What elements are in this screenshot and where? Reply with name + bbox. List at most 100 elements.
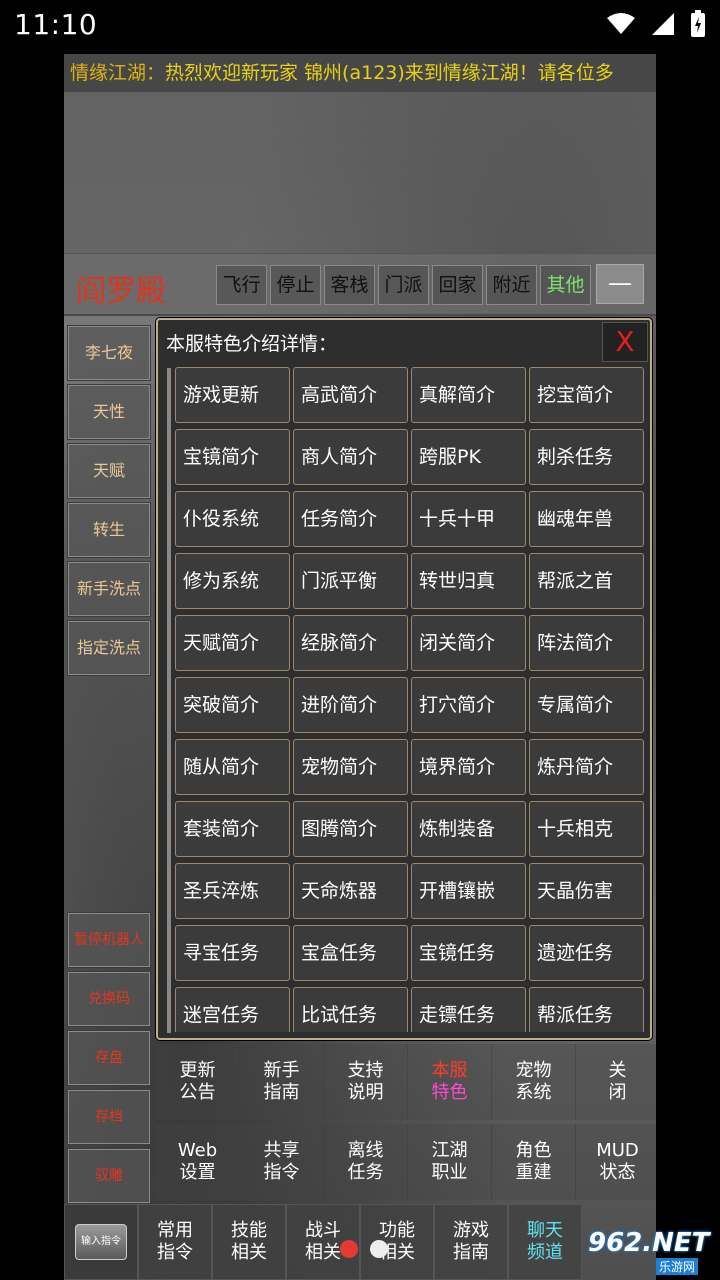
update-notice-button[interactable]: 更新 公告 xyxy=(156,1044,240,1120)
feature-item[interactable]: 十兵相克 xyxy=(529,801,644,857)
sect-button[interactable]: 门派 xyxy=(378,265,429,305)
label-line: 频道 xyxy=(527,1242,563,1263)
feature-item[interactable]: 宠物简介 xyxy=(293,739,408,795)
feature-item[interactable]: 走镖任务 xyxy=(411,987,526,1032)
feature-item[interactable]: 进阶简介 xyxy=(293,677,408,733)
mud-status-button[interactable]: MUD 状态 xyxy=(576,1124,656,1200)
label-line: 特色 xyxy=(431,1082,468,1103)
feature-item[interactable]: 帮派任务 xyxy=(529,987,644,1032)
newbie-guide-button[interactable]: 新手 指南 xyxy=(240,1044,324,1120)
feature-item[interactable]: 炼制装备 xyxy=(411,801,526,857)
inn-button[interactable]: 客栈 xyxy=(324,265,375,305)
side-button-pause-bot[interactable]: 暂停机器人 xyxy=(67,912,151,968)
label-line: 离线 xyxy=(347,1140,384,1161)
feature-item[interactable]: 经脉简介 xyxy=(293,615,408,671)
side-button-newbie-reset[interactable]: 新手洗点 xyxy=(67,561,151,617)
feature-item[interactable]: 开槽镶嵌 xyxy=(411,863,526,919)
screen: 11:10 情缘江湖：热烈欢迎新玩家 锦州(a123)来到情缘江湖！请各位多 阎… xyxy=(0,0,720,1280)
side-button-rebirth[interactable]: 转生 xyxy=(67,502,151,558)
game-guide-button[interactable]: 游戏 指南 xyxy=(434,1204,508,1280)
label-line: 功能 xyxy=(379,1220,415,1241)
common-commands-button[interactable]: 常用 指令 xyxy=(138,1204,212,1280)
feature-item[interactable]: 真解简介 xyxy=(411,367,526,423)
feature-item[interactable]: 打穴简介 xyxy=(411,677,526,733)
feature-item[interactable]: 宝镜任务 xyxy=(411,925,526,981)
nearby-button[interactable]: 附近 xyxy=(486,265,537,305)
side-button-redeem-code[interactable]: 兑换码 xyxy=(67,971,151,1027)
web-settings-button[interactable]: Web 设置 xyxy=(156,1124,240,1200)
label-line: 设置 xyxy=(179,1162,216,1183)
feature-item[interactable]: 宝盒任务 xyxy=(293,925,408,981)
feature-item[interactable]: 商人简介 xyxy=(293,429,408,485)
feature-item[interactable]: 高武简介 xyxy=(293,367,408,423)
side-button-targeted-reset[interactable]: 指定洗点 xyxy=(67,620,151,676)
server-features-button[interactable]: 本服 特色 xyxy=(408,1044,492,1120)
feature-item[interactable]: 突破简介 xyxy=(175,677,290,733)
label-line: 指南 xyxy=(453,1242,489,1263)
floating-ball-icon[interactable] xyxy=(370,1240,388,1258)
feature-item[interactable]: 比试任务 xyxy=(293,987,408,1032)
feature-item[interactable]: 遗迹任务 xyxy=(529,925,644,981)
feature-item[interactable]: 跨服PK xyxy=(411,429,526,485)
other-button[interactable]: 其他 xyxy=(540,265,591,305)
watermark-sub: 乐游网 xyxy=(656,1258,699,1275)
feature-item[interactable]: 修为系统 xyxy=(175,553,290,609)
dialog-close-button[interactable]: X xyxy=(602,322,648,362)
stop-button[interactable]: 停止 xyxy=(270,265,321,305)
feature-item[interactable]: 幽魂年兽 xyxy=(529,491,644,547)
skills-button[interactable]: 技能 相关 xyxy=(212,1204,286,1280)
side-button-eagle[interactable]: 驭雕 xyxy=(67,1148,151,1204)
offline-tasks-button-label: 离线 任务 xyxy=(348,1140,384,1184)
feature-item[interactable]: 阵法简介 xyxy=(529,615,644,671)
feature-item[interactable]: 天赋简介 xyxy=(175,615,290,671)
side-button-save[interactable]: 存盘 xyxy=(67,1030,151,1086)
side-button-character[interactable]: 李七夜 xyxy=(67,325,151,381)
feature-item[interactable]: 迷宫任务 xyxy=(175,987,290,1032)
feature-item[interactable]: 炼丹简介 xyxy=(529,739,644,795)
feature-item[interactable]: 圣兵淬炼 xyxy=(175,863,290,919)
feature-item[interactable]: 境界简介 xyxy=(411,739,526,795)
dialog-scrollbar[interactable] xyxy=(167,368,171,1033)
broadcast-ticker: 情缘江湖：热烈欢迎新玩家 锦州(a123)来到情缘江湖！请各位多 xyxy=(64,54,656,92)
jianghu-class-button[interactable]: 江湖 职业 xyxy=(408,1124,492,1200)
label-line: 共享 xyxy=(263,1140,300,1161)
label-line: 相关 xyxy=(305,1242,341,1263)
feature-item[interactable]: 套装简介 xyxy=(175,801,290,857)
feature-item[interactable]: 刺杀任务 xyxy=(529,429,644,485)
feature-item[interactable]: 随从简介 xyxy=(175,739,290,795)
feature-item[interactable]: 寻宝任务 xyxy=(175,925,290,981)
minimize-button[interactable]: — xyxy=(596,264,644,304)
feature-item[interactable]: 门派平衡 xyxy=(293,553,408,609)
shared-commands-button[interactable]: 共享 指令 xyxy=(240,1124,324,1200)
message-area[interactable] xyxy=(64,92,656,254)
feature-item[interactable]: 图腾简介 xyxy=(293,801,408,857)
home-button[interactable]: 回家 xyxy=(432,265,483,305)
feature-item[interactable]: 帮派之首 xyxy=(529,553,644,609)
feature-item[interactable]: 天晶伤害 xyxy=(529,863,644,919)
feature-item[interactable]: 专属简介 xyxy=(529,677,644,733)
feature-item[interactable]: 游戏更新 xyxy=(175,367,290,423)
fly-button[interactable]: 飞行 xyxy=(216,265,267,305)
feature-item[interactable]: 仆役系统 xyxy=(175,491,290,547)
feature-item[interactable]: 任务简介 xyxy=(293,491,408,547)
feature-item[interactable]: 转世归真 xyxy=(411,553,526,609)
character-rebuild-button[interactable]: 角色 重建 xyxy=(492,1124,576,1200)
chat-channel-button[interactable]: 聊天 频道 xyxy=(508,1204,582,1280)
functions-button[interactable]: 功能 相关 xyxy=(360,1204,434,1280)
side-button-nature[interactable]: 天性 xyxy=(67,384,151,440)
pet-system-button[interactable]: 宠物 系统 xyxy=(492,1044,576,1120)
close-menu-button[interactable]: 关闭 xyxy=(576,1044,656,1120)
command-input-button[interactable]: 输入指令 xyxy=(64,1204,138,1280)
feature-item[interactable]: 挖宝简介 xyxy=(529,367,644,423)
feature-item[interactable]: 天命炼器 xyxy=(293,863,408,919)
game-view: 情缘江湖：热烈欢迎新玩家 锦州(a123)来到情缘江湖！请各位多 阎罗殿 飞行 … xyxy=(64,54,656,1280)
side-button-archive[interactable]: 存档 xyxy=(67,1089,151,1145)
feature-item[interactable]: 闭关简介 xyxy=(411,615,526,671)
site-watermark: 962.NET 乐游网 xyxy=(580,1228,720,1280)
offline-tasks-button[interactable]: 离线 任务 xyxy=(324,1124,408,1200)
feature-item[interactable]: 宝镜简介 xyxy=(175,429,290,485)
menu-row-secondary: Web 设置 共享 指令 离线 任务 江湖 职业 角色 重建 MUD 状态 xyxy=(156,1124,656,1200)
support-info-button[interactable]: 支持 说明 xyxy=(324,1044,408,1120)
feature-item[interactable]: 十兵十甲 xyxy=(411,491,526,547)
side-button-talent[interactable]: 天赋 xyxy=(67,443,151,499)
